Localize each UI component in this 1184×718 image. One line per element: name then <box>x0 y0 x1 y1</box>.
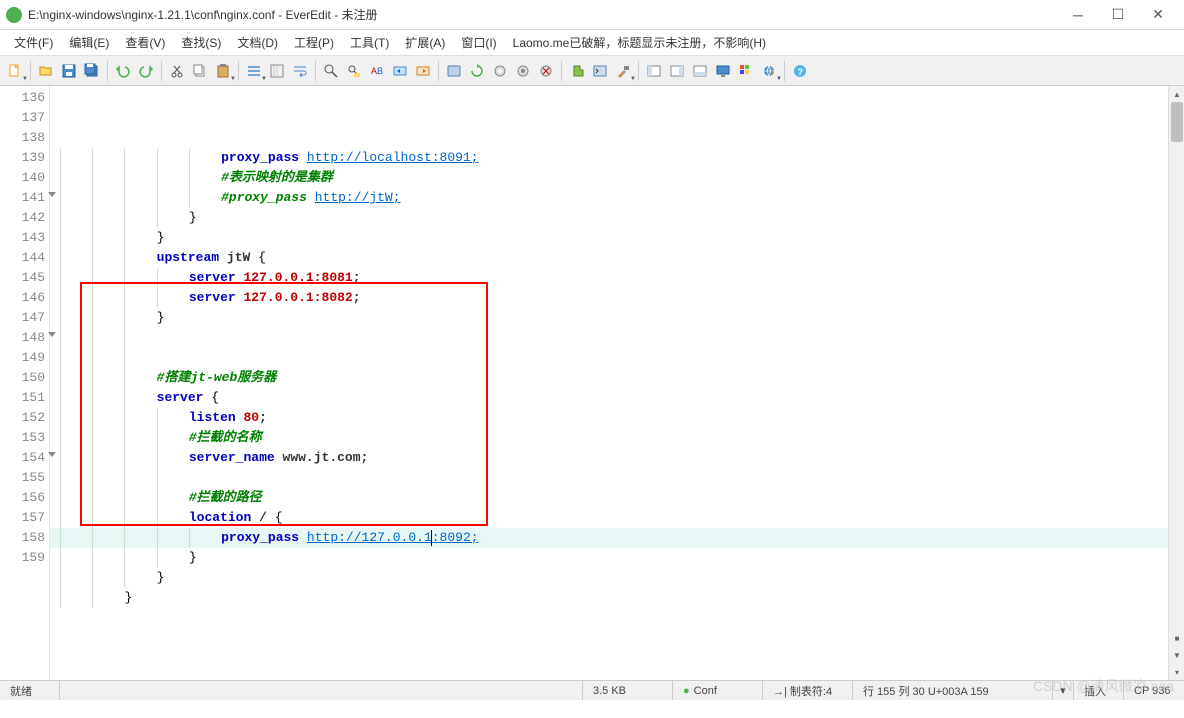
status-insert[interactable]: 插入 <box>1074 681 1124 700</box>
app1-icon[interactable] <box>443 60 465 82</box>
scroll-down-icon[interactable]: ▼ <box>1169 647 1184 663</box>
menu-item[interactable]: 查看(V) <box>117 31 173 54</box>
status-filesize: 3.5 KB <box>583 681 673 700</box>
replace-icon[interactable] <box>343 60 365 82</box>
menu-item[interactable]: 窗口(I) <box>453 31 504 54</box>
indent-guides-icon[interactable] <box>266 60 288 82</box>
hammer-icon[interactable]: ▼ <box>612 60 634 82</box>
code-editor[interactable]: proxy_pass http://localhost:8091; #表示映射的… <box>50 86 1184 680</box>
code-line[interactable] <box>50 348 1184 368</box>
open-icon[interactable] <box>35 60 57 82</box>
monitor-icon[interactable] <box>712 60 734 82</box>
code-line[interactable]: server_name www.jt.com; <box>50 448 1184 468</box>
code-line[interactable]: location / { <box>50 508 1184 528</box>
help-icon[interactable]: ? <box>789 60 811 82</box>
paste-icon[interactable]: ▼ <box>212 60 234 82</box>
status-tab[interactable]: →| 制表符:4 <box>763 681 853 700</box>
menu-item[interactable]: 查找(S) <box>173 31 229 54</box>
menu-item[interactable]: Laomo.me已破解，标题显示未注册，不影响(H) <box>505 31 774 54</box>
menu-item[interactable]: 编辑(E) <box>61 31 117 54</box>
statusbar: 就绪 3.5 KB ●Conf →| 制表符:4 行 155 列 30 U+00… <box>0 680 1184 700</box>
scroll-box-icon[interactable]: ■ <box>1169 630 1184 646</box>
status-ready: 就绪 <box>0 681 60 700</box>
code-line[interactable]: #表示映射的是集群 <box>50 168 1184 188</box>
wrap-icon[interactable] <box>289 60 311 82</box>
toolbar: ▼ ▼ ▼ AB ▼ ▼ ? <box>0 56 1184 86</box>
window-controls: ─ ☐ ✕ <box>1058 1 1178 29</box>
menu-item[interactable]: 工程(P) <box>286 31 342 54</box>
menu-item[interactable]: 工具(T) <box>342 31 397 54</box>
prev-result-icon[interactable] <box>389 60 411 82</box>
scroll-up-icon[interactable]: ▲ <box>1169 86 1184 102</box>
vertical-scrollbar[interactable]: ▲ ■ ▼ ▾ <box>1168 86 1184 680</box>
redo-icon[interactable] <box>135 60 157 82</box>
code-line[interactable]: upstream jtW { <box>50 248 1184 268</box>
code-line[interactable]: } <box>50 228 1184 248</box>
terminal-icon[interactable] <box>589 60 611 82</box>
code-line[interactable]: server 127.0.0.1:8081; <box>50 268 1184 288</box>
code-line[interactable]: server 127.0.0.1:8082; <box>50 288 1184 308</box>
scroll-thumb[interactable] <box>1171 102 1183 142</box>
code-line[interactable]: } <box>50 548 1184 568</box>
find-icon[interactable] <box>320 60 342 82</box>
status-encoding[interactable]: CP 936 <box>1124 681 1184 700</box>
code-line[interactable]: #proxy_pass http://jtW; <box>50 188 1184 208</box>
browser-icon[interactable]: ▼ <box>758 60 780 82</box>
save-all-icon[interactable] <box>81 60 103 82</box>
status-spacer <box>60 681 583 700</box>
menubar: 文件(F)编辑(E)查看(V)查找(S)文档(D)工程(P)工具(T)扩展(A)… <box>0 30 1184 56</box>
code-line[interactable]: } <box>50 208 1184 228</box>
code-line[interactable]: #拦截的路径 <box>50 488 1184 508</box>
refresh-icon[interactable] <box>466 60 488 82</box>
panel1-icon[interactable] <box>643 60 665 82</box>
panel2-icon[interactable] <box>666 60 688 82</box>
menu-item[interactable]: 文档(D) <box>229 31 286 54</box>
minimize-button[interactable]: ─ <box>1058 1 1098 29</box>
gear1-icon[interactable] <box>489 60 511 82</box>
code-line[interactable]: #搭建jt-web服务器 <box>50 368 1184 388</box>
copy-icon[interactable] <box>189 60 211 82</box>
gear2-icon[interactable] <box>512 60 534 82</box>
status-position: 行 155 列 30 U+003A 159 <box>853 681 1053 700</box>
code-line[interactable]: proxy_pass http://127.0.0.1:8092; <box>50 528 1184 548</box>
svg-text:?: ? <box>798 67 804 77</box>
status-dropdown[interactable]: ▾ <box>1053 681 1074 700</box>
maximize-button[interactable]: ☐ <box>1098 1 1138 29</box>
code-line[interactable]: } <box>50 308 1184 328</box>
app-icon <box>6 7 22 23</box>
save-icon[interactable] <box>58 60 80 82</box>
window-title: E:\nginx-windows\nginx-1.21.1\conf\nginx… <box>28 6 1058 23</box>
code-line[interactable]: } <box>50 568 1184 588</box>
lines-icon[interactable]: ▼ <box>243 60 265 82</box>
panel3-icon[interactable] <box>689 60 711 82</box>
code-line[interactable] <box>50 468 1184 488</box>
line-gutter: 1361371381391401411421431441451461471481… <box>0 86 50 680</box>
clear-icon[interactable] <box>535 60 557 82</box>
svg-text:B: B <box>377 66 383 76</box>
code-line[interactable]: server { <box>50 388 1184 408</box>
color-grid-icon[interactable] <box>735 60 757 82</box>
editor-area: 1361371381391401411421431441451461471481… <box>0 86 1184 680</box>
menu-item[interactable]: 文件(F) <box>6 31 61 54</box>
titlebar: E:\nginx-windows\nginx-1.21.1\conf\nginx… <box>0 0 1184 30</box>
menu-item[interactable]: 扩展(A) <box>397 31 453 54</box>
close-button[interactable]: ✕ <box>1138 1 1178 29</box>
code-line[interactable] <box>50 608 1184 628</box>
code-line[interactable] <box>50 328 1184 348</box>
code-line[interactable]: #拦截的名称 <box>50 428 1184 448</box>
new-file-icon[interactable]: ▼ <box>4 60 26 82</box>
code-line[interactable]: listen 80; <box>50 408 1184 428</box>
status-lang[interactable]: ●Conf <box>673 681 763 700</box>
plugin-icon[interactable] <box>566 60 588 82</box>
code-line[interactable]: proxy_pass http://localhost:8091; <box>50 148 1184 168</box>
undo-icon[interactable] <box>112 60 134 82</box>
scroll-end-icon[interactable]: ▾ <box>1169 664 1184 680</box>
cut-icon[interactable] <box>166 60 188 82</box>
next-result-icon[interactable] <box>412 60 434 82</box>
code-line[interactable]: } <box>50 588 1184 608</box>
ab-icon[interactable]: AB <box>366 60 388 82</box>
